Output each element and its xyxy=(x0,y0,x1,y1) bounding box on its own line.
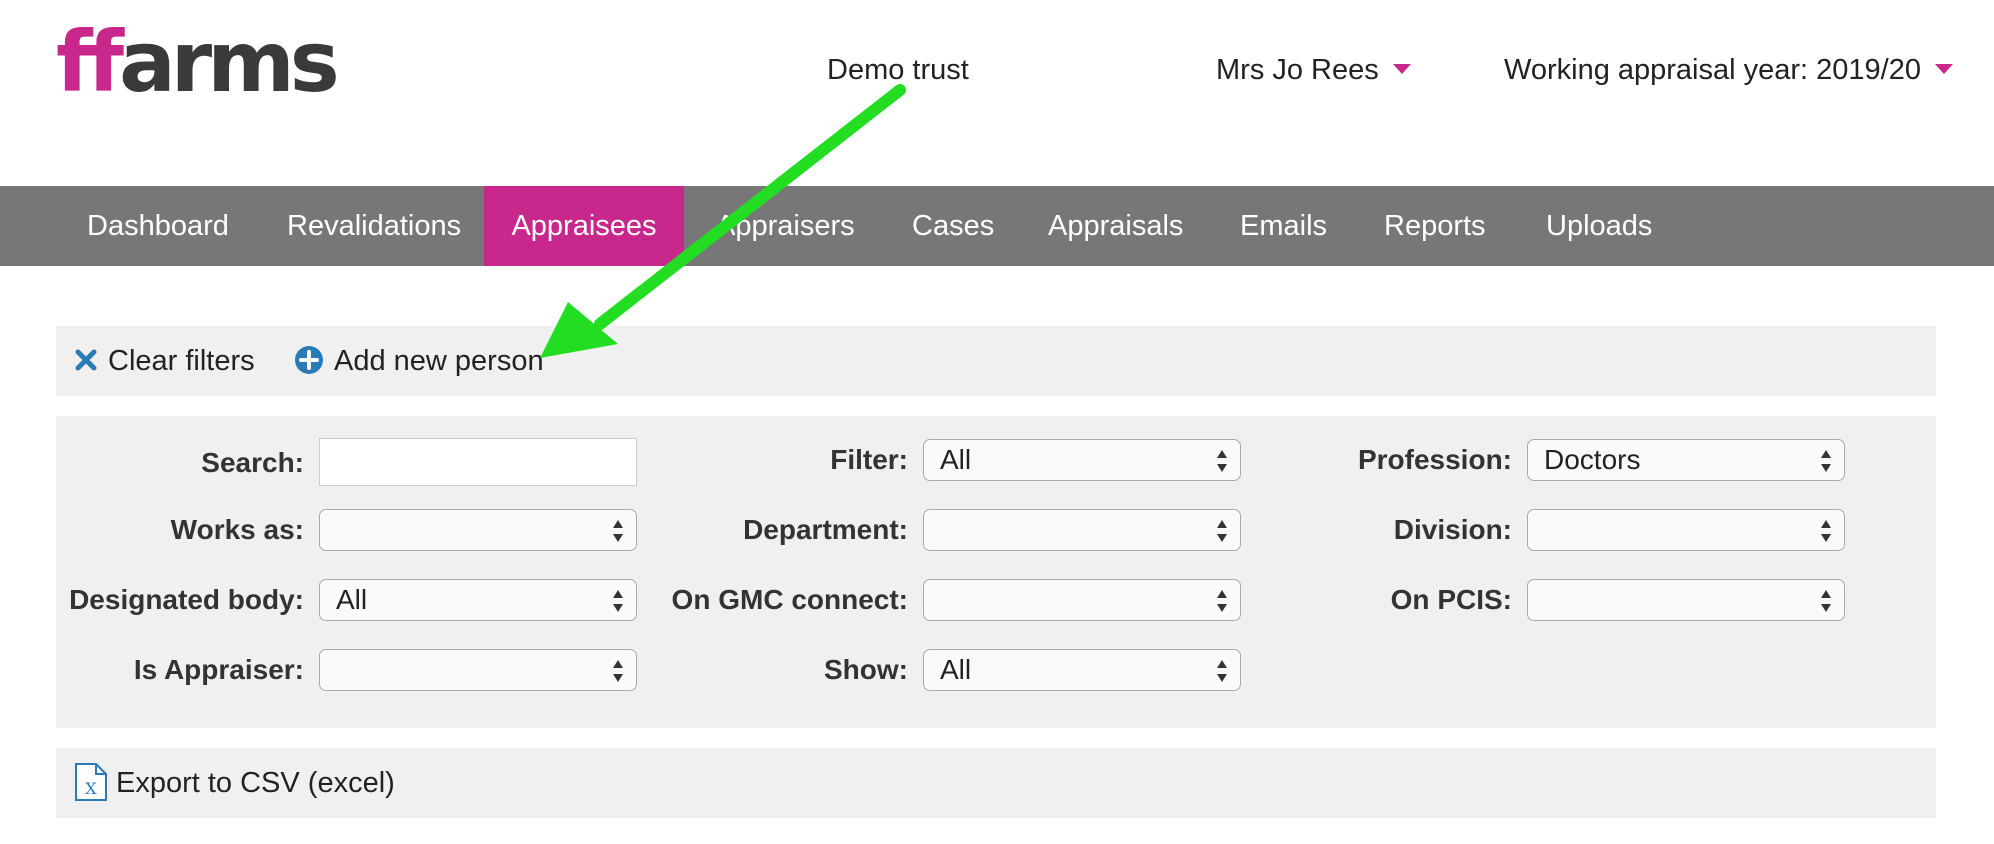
works-as-select[interactable] xyxy=(319,509,637,551)
select-arrows-icon xyxy=(1821,590,1831,612)
nav-revalidations[interactable]: Revalidations xyxy=(287,186,461,266)
select-arrows-icon xyxy=(613,520,623,542)
select-arrows-icon xyxy=(613,590,623,612)
division-label: Division: xyxy=(1393,514,1512,545)
profession-label: Profession: xyxy=(1357,444,1512,475)
nav-reports[interactable]: Reports xyxy=(1384,186,1486,266)
division-select[interactable] xyxy=(1527,509,1845,551)
nav-cases[interactable]: Cases xyxy=(912,186,994,266)
clear-filters-button[interactable]: Clear filters xyxy=(74,326,255,396)
select-arrows-icon xyxy=(1217,590,1227,612)
is-appraiser-label: Is Appraiser: xyxy=(133,654,304,685)
nav-uploads[interactable]: Uploads xyxy=(1546,186,1652,266)
caret-down-icon xyxy=(1392,64,1411,75)
svg-text:X: X xyxy=(85,779,97,798)
search-input[interactable] xyxy=(319,438,637,486)
select-arrows-icon xyxy=(1821,450,1831,472)
filter-label: Filter: xyxy=(830,444,908,475)
select-arrows-icon xyxy=(1217,520,1227,542)
ffarms-logo[interactable]: ffarms xyxy=(56,12,340,112)
caret-down-icon xyxy=(1935,64,1953,75)
close-icon xyxy=(75,349,97,371)
filters-panel: Search: Works as: Designated body: All I… xyxy=(56,416,1936,728)
trust-name: Demo trust xyxy=(827,54,969,86)
select-arrows-icon xyxy=(1217,450,1227,472)
designated-body-label: Designated body: xyxy=(69,584,304,615)
gmc-connect-select[interactable] xyxy=(923,579,1241,621)
filter-select[interactable]: All xyxy=(923,439,1241,481)
header: ffarms Demo trust Mrs Jo Rees Working ap… xyxy=(0,0,1994,186)
department-label: Department: xyxy=(743,514,908,545)
designated-body-select[interactable]: All xyxy=(319,579,637,621)
search-label: Search: xyxy=(201,447,304,478)
profession-select[interactable]: Doctors xyxy=(1527,439,1845,481)
select-arrows-icon xyxy=(1217,660,1227,682)
pcis-select[interactable] xyxy=(1527,579,1845,621)
export-bar: X Export to CSV (excel) xyxy=(56,748,1936,818)
excel-file-icon: X xyxy=(75,763,107,802)
nav-emails[interactable]: Emails xyxy=(1240,186,1327,266)
nav-appraisers[interactable]: Appraisers xyxy=(716,186,855,266)
gmc-connect-label: On GMC connect: xyxy=(671,584,908,615)
main-nav: Dashboard Revalidations Appraisees Appra… xyxy=(0,186,1994,266)
nav-dashboard[interactable]: Dashboard xyxy=(87,186,229,266)
show-label: Show: xyxy=(824,654,908,685)
plus-circle-icon xyxy=(295,346,323,375)
department-select[interactable] xyxy=(923,509,1241,551)
show-select[interactable]: All xyxy=(923,649,1241,691)
export-csv-button[interactable]: X Export to CSV (excel) xyxy=(74,748,395,818)
pcis-label: On PCIS: xyxy=(1390,584,1512,615)
nav-appraisees[interactable]: Appraisees xyxy=(484,186,684,266)
appraisal-year-menu[interactable]: Working appraisal year: 2019/20 xyxy=(1504,50,1953,90)
select-arrows-icon xyxy=(613,660,623,682)
nav-appraisals[interactable]: Appraisals xyxy=(1048,186,1183,266)
works-as-label: Works as: xyxy=(170,514,304,545)
actions-bar: Clear filters Add new person xyxy=(56,326,1936,396)
is-appraiser-select[interactable] xyxy=(319,649,637,691)
select-arrows-icon xyxy=(1821,520,1831,542)
user-menu[interactable]: Mrs Jo Rees xyxy=(1216,50,1411,90)
add-new-person-button[interactable]: Add new person xyxy=(294,326,544,396)
